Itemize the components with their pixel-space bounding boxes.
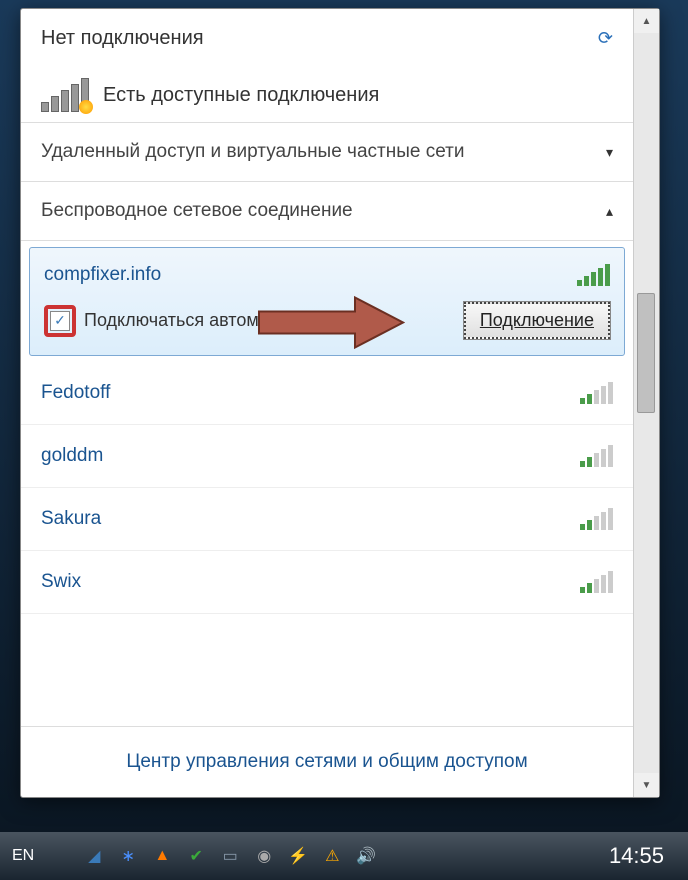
scrollbar[interactable]: ▲ ▼ bbox=[633, 9, 659, 797]
scroll-track[interactable] bbox=[634, 33, 659, 773]
vpn-section-header[interactable]: Удаленный доступ и виртуальные частные с… bbox=[21, 123, 633, 182]
arrow-annotation-icon bbox=[255, 295, 405, 354]
network-name: Sakura bbox=[41, 508, 101, 530]
network-item[interactable]: Fedotoff bbox=[21, 362, 633, 425]
checkbox-annotation-highlight: ✓ bbox=[44, 305, 76, 337]
chevron-down-icon: ▾ bbox=[606, 144, 613, 161]
tray-app-icon[interactable]: ▲ bbox=[152, 846, 172, 866]
tray-bluetooth-icon[interactable]: ∗ bbox=[118, 846, 138, 866]
network-item[interactable]: Swix bbox=[21, 551, 633, 614]
chevron-up-icon: ▴ bbox=[606, 203, 613, 220]
tray-globe-icon[interactable]: ◉ bbox=[254, 846, 274, 866]
network-popup: Нет подключения ⟳ Есть доступные подключ… bbox=[20, 8, 660, 798]
network-name: golddm bbox=[41, 445, 103, 467]
wifi-signal-icon bbox=[577, 264, 610, 286]
selected-network-item[interactable]: compfixer.info ✓ Подключаться автоматиче… bbox=[29, 247, 625, 356]
tray-shield-icon[interactable]: ✔ bbox=[186, 846, 206, 866]
wifi-signal-icon bbox=[580, 571, 613, 593]
language-indicator[interactable]: EN bbox=[12, 847, 34, 865]
connection-status-title: Нет подключения bbox=[41, 27, 204, 50]
auto-connect-checkbox[interactable]: ✓ bbox=[50, 311, 70, 331]
tray-drive-icon[interactable]: ◢ bbox=[84, 846, 104, 866]
scroll-thumb[interactable] bbox=[637, 293, 655, 413]
wifi-signal-icon bbox=[580, 382, 613, 404]
tray-monitor-icon[interactable]: ▭ bbox=[220, 846, 240, 866]
available-connections-text: Есть доступные подключения bbox=[103, 84, 379, 107]
popup-content: Нет подключения ⟳ Есть доступные подключ… bbox=[21, 9, 633, 797]
tray-volume-icon[interactable]: 🔊 bbox=[356, 846, 376, 866]
network-item[interactable]: Sakura bbox=[21, 488, 633, 551]
connect-button[interactable]: Подключение bbox=[464, 302, 610, 339]
network-name: Fedotoff bbox=[41, 382, 110, 404]
taskbar-clock[interactable]: 14:55 bbox=[609, 843, 664, 869]
tray-network-icon[interactable]: ⚠ bbox=[322, 846, 342, 866]
network-name: Swix bbox=[41, 571, 81, 593]
tray-plug-icon[interactable]: ⚡ bbox=[288, 846, 308, 866]
signal-status-icon bbox=[41, 78, 89, 112]
popup-header: Нет подключения ⟳ Есть доступные подключ… bbox=[21, 9, 633, 123]
scroll-down-arrow[interactable]: ▼ bbox=[634, 773, 659, 797]
network-item[interactable]: golddm bbox=[21, 425, 633, 488]
scroll-up-arrow[interactable]: ▲ bbox=[634, 9, 659, 33]
network-center-link-text: Центр управления сетями и общим доступом bbox=[126, 751, 527, 772]
network-center-link[interactable]: Центр управления сетями и общим доступом bbox=[21, 726, 633, 797]
wireless-section-title: Беспроводное сетевое соединение bbox=[41, 200, 353, 222]
vpn-section-title: Удаленный доступ и виртуальные частные с… bbox=[41, 141, 464, 163]
refresh-icon[interactable]: ⟳ bbox=[598, 28, 613, 49]
wifi-signal-icon bbox=[580, 508, 613, 530]
wireless-section-header[interactable]: Беспроводное сетевое соединение ▴ bbox=[21, 182, 633, 241]
system-tray: ◢ ∗ ▲ ✔ ▭ ◉ ⚡ ⚠ 🔊 bbox=[84, 846, 376, 866]
taskbar: EN ◢ ∗ ▲ ✔ ▭ ◉ ⚡ ⚠ 🔊 14:55 bbox=[0, 832, 688, 880]
selected-network-name: compfixer.info bbox=[44, 264, 161, 286]
wifi-signal-icon bbox=[580, 445, 613, 467]
